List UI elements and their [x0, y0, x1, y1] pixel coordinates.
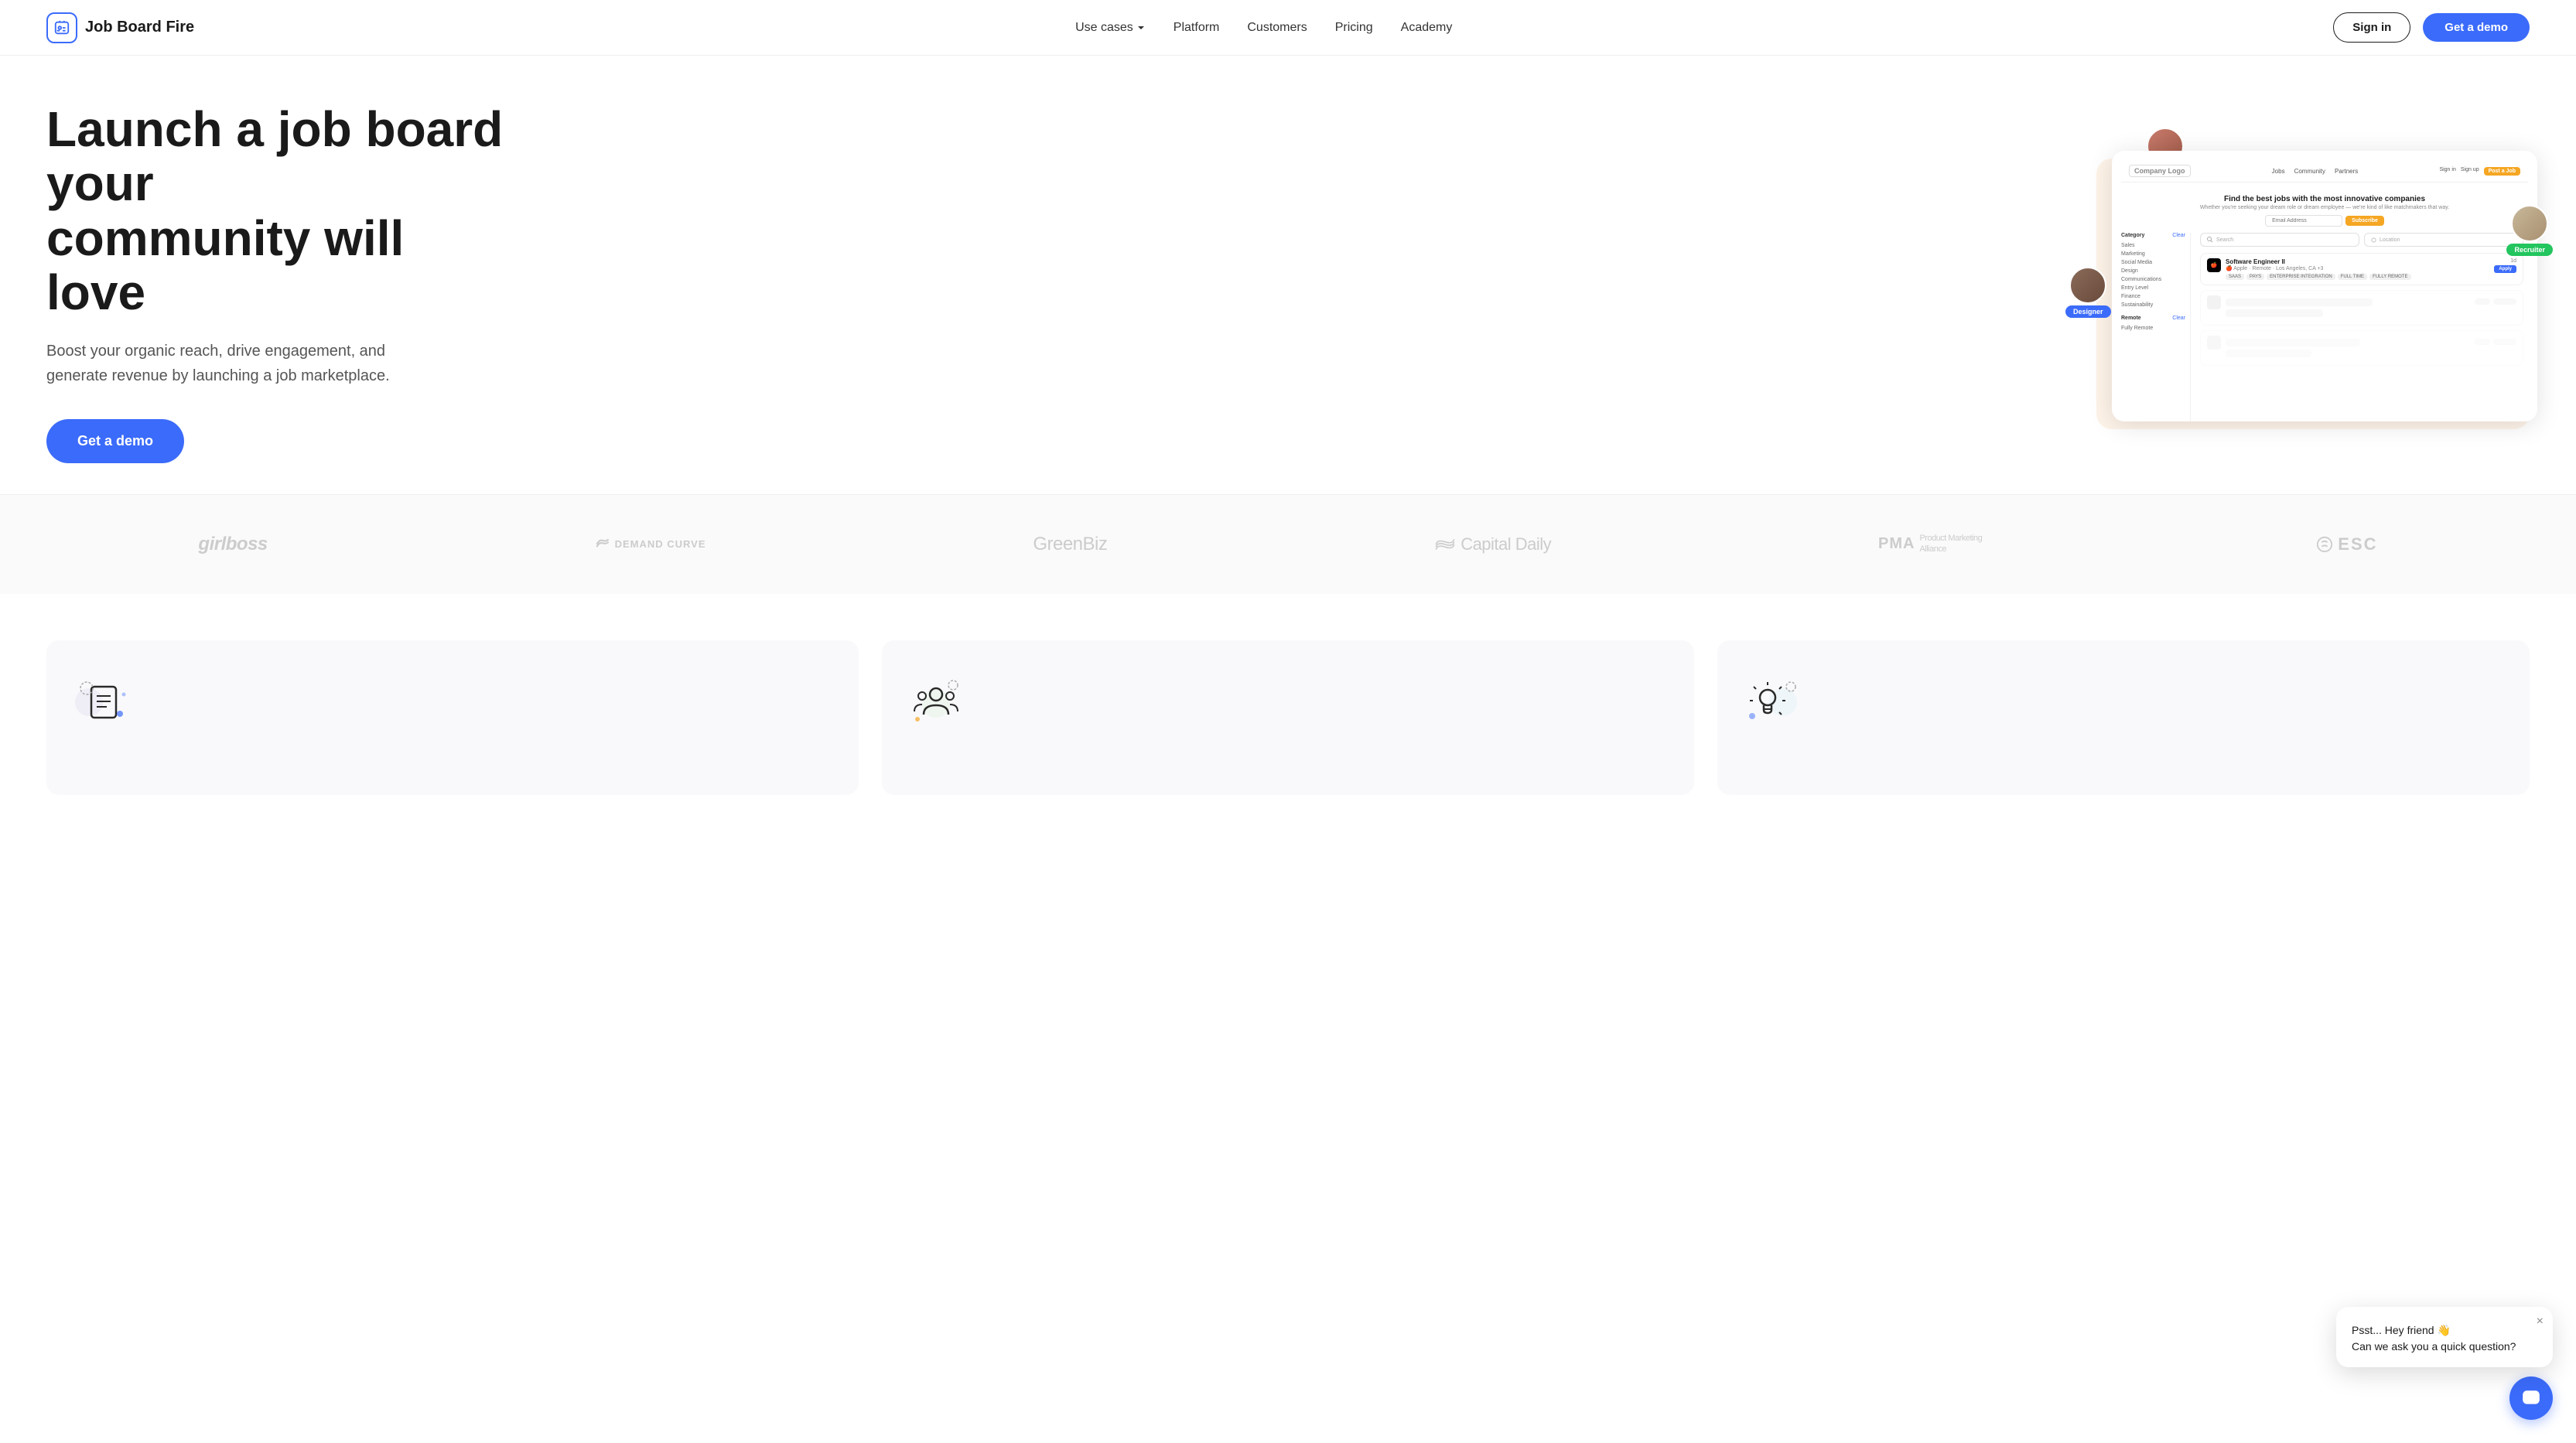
nav-actions: Sign in Get a demo [2333, 12, 2530, 43]
hero-job-skeleton-1 [2200, 290, 2523, 326]
document-icon [70, 671, 132, 733]
feature-card-3 [1717, 640, 2530, 795]
navbar: Job Board Fire Use cases Platform Custom… [0, 0, 2576, 56]
hero-card-sidebar: Category Clear Sales Marketing Social Me… [2121, 233, 2191, 421]
features-section [0, 594, 2576, 810]
logo-demand-curve: DEMAND CURVE [595, 537, 706, 552]
hero-app-preview: Engineer Company Logo Jobs Community Par… [2081, 135, 2530, 429]
get-demo-button-hero[interactable]: Get a demo [46, 419, 184, 463]
community-icon [905, 671, 967, 733]
hero-subtitle: Boost your organic reach, drive engageme… [46, 339, 418, 388]
logo[interactable]: Job Board Fire [46, 12, 194, 43]
nav-customers[interactable]: Customers [1247, 21, 1307, 35]
chat-message: Can we ask you a quick question? [2352, 1339, 2537, 1355]
logo-icon [46, 12, 77, 43]
chat-widget: × Psst... Hey friend 👋 Can we ask you a … [2336, 1307, 2553, 1420]
location-box: Location [2364, 233, 2523, 247]
hero-illustration: Engineer Company Logo Jobs Community Par… [511, 135, 2530, 429]
hero-sidebar-category: Category Clear Sales Marketing Social Me… [2121, 233, 2185, 309]
chat-close-button[interactable]: × [2537, 1315, 2544, 1329]
hero-card-header: Company Logo Jobs Community Partners Sig… [2121, 160, 2528, 183]
nav-platform[interactable]: Platform [1174, 21, 1220, 35]
job-meta: 1d Apply [2494, 258, 2516, 273]
hero-card-main: Search Location 🍎 Software Engineer [2195, 233, 2528, 421]
hero-title: Launch a job board your community will l… [46, 102, 511, 320]
logos-section: girlboss DEMAND CURVE GreenBiz Capital D… [0, 494, 2576, 594]
hero-sidebar-remote: Remote Clear Fully Remote [2121, 316, 2185, 333]
hero-card-center: Find the best jobs with the most innovat… [2121, 189, 2528, 233]
chat-open-button[interactable] [2509, 1376, 2553, 1420]
email-input[interactable] [2265, 215, 2342, 227]
job-info: Software Engineer II 🍎 Apple · Remote · … [2226, 258, 2489, 280]
hero-job-skeleton-2 [2200, 330, 2523, 366]
job-company-logo: 🍎 [2207, 258, 2221, 272]
hero-card-nav-btns: Sign in Sign up Post a Job [2439, 167, 2520, 176]
logo-greenbiz: GreenBiz [1033, 534, 1107, 555]
get-demo-button-nav[interactable]: Get a demo [2423, 13, 2530, 42]
nav-pricing[interactable]: Pricing [1335, 21, 1373, 35]
hero-card-center-sub: Whether you're seeking your dream role o… [2137, 205, 2513, 210]
logo-esc: ESC [2316, 534, 2377, 554]
post-job-button[interactable]: Post a Job [2484, 167, 2520, 176]
hero-card-search: Search Location [2200, 233, 2523, 247]
nav-academy[interactable]: Academy [1401, 21, 1453, 35]
subscribe-button[interactable]: Subscribe [2345, 216, 2384, 226]
logos-grid: girlboss DEMAND CURVE GreenBiz Capital D… [46, 534, 2530, 555]
logo-capital-daily: Capital Daily [1434, 534, 1551, 554]
chat-greeting: Psst... Hey friend 👋 [2352, 1322, 2537, 1339]
designer-avatar: Designer [2065, 267, 2111, 318]
hero-card-body: Category Clear Sales Marketing Social Me… [2121, 233, 2528, 421]
hero-card-logo: Company Logo [2129, 165, 2191, 177]
signin-button[interactable]: Sign in [2333, 12, 2410, 43]
recruiter-avatar-image [2511, 205, 2548, 242]
hero-section: Launch a job board your community will l… [0, 56, 2576, 494]
recruiter-avatar: Recruiter [2506, 205, 2553, 256]
search-box: Search [2200, 233, 2359, 247]
logo-text: Job Board Fire [85, 19, 194, 36]
hero-card-center-title: Find the best jobs with the most innovat… [2137, 195, 2513, 203]
hero-card-nav: Jobs Community Partners [2272, 168, 2359, 175]
job-tags: SAAS PAYS ENTERPRISE INTEGRATION FULL TI… [2226, 274, 2489, 280]
recruiter-badge: Recruiter [2506, 244, 2553, 256]
chat-bubble: × Psst... Hey friend 👋 Can we ask you a … [2336, 1307, 2553, 1367]
designer-badge: Designer [2065, 305, 2111, 318]
idea-icon [1741, 671, 1802, 733]
logo-girlboss: girlboss [198, 534, 267, 555]
feature-card-2 [882, 640, 1694, 795]
nav-use-cases[interactable]: Use cases [1075, 21, 1146, 35]
hero-main-card: Company Logo Jobs Community Partners Sig… [2112, 151, 2537, 421]
nav-links: Use cases Platform Customers Pricing Aca… [1075, 21, 1452, 35]
hero-job-item: 🍎 Software Engineer II 🍎 Apple · Remote … [2200, 253, 2523, 285]
hero-card-email-row: Subscribe [2137, 215, 2513, 227]
hero-content: Launch a job board your community will l… [46, 102, 511, 463]
designer-avatar-image [2069, 267, 2106, 304]
apply-button[interactable]: Apply [2494, 265, 2516, 273]
features-grid [46, 640, 2530, 795]
logo-pma: PMA Product Marketing Alliance [1878, 534, 1989, 554]
feature-card-1 [46, 640, 859, 795]
